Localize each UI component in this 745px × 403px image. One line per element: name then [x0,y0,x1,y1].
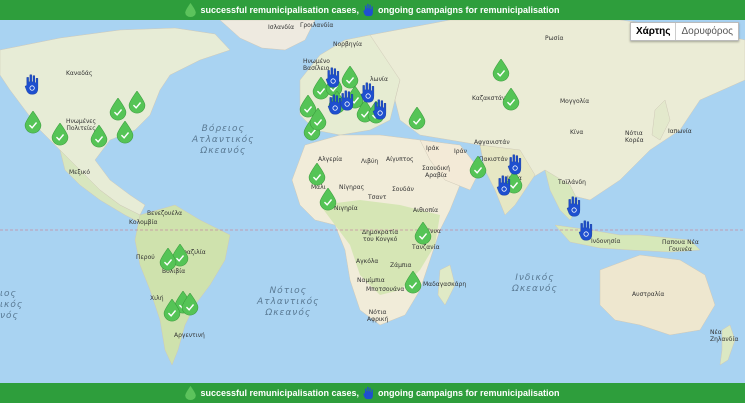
label-libya: Λιβύη [361,158,379,165]
label-iran: Ιράν [454,148,467,155]
success-marker-icon[interactable] [469,156,487,179]
success-marker-icon[interactable] [502,88,520,111]
map-type-map-button[interactable]: Χάρτης [630,23,676,40]
label-canada: Καναδάς [66,70,93,77]
success-marker-icon[interactable] [408,107,426,130]
label-new-zealand: Νέα Ζηλανδία [710,329,739,343]
label-angola: Αγκόλα [356,258,379,265]
ocean-indian: Ινδικός Ωκεανός [512,273,558,294]
map-type-control[interactable]: Χάρτης Δορυφόρος [629,22,739,41]
map-type-satellite-button[interactable]: Δορυφόρος [675,23,738,40]
success-marker-icon[interactable] [309,108,327,131]
legend-bar-top: successful remunicipalisation cases, ong… [0,0,745,20]
label-saudi-arabia: Σαουδική Αραβία [422,165,450,179]
label-japan: Ιαπωνία [668,128,692,135]
legend-bar-bottom: successful remunicipalisation cases, ong… [0,383,745,403]
ocean-south-atlantic: Νότιος Ατλαντικός Ωκεανός [257,286,320,318]
success-marker-icon[interactable] [109,98,127,121]
label-nigeria: Νιγηρία [334,205,358,212]
label-korea: Νότια Κορέα [625,130,644,144]
label-norway: Νορβηγία [333,41,363,48]
label-south-africa: Νότια Αφρική [367,309,389,323]
label-niger: Νίγηρας [339,184,365,191]
ocean-pacific-left: ιος ικός νός [0,289,24,321]
success-marker-icon[interactable] [90,125,108,148]
success-marker-icon[interactable] [414,222,432,245]
label-iceland: Ισλανδία [268,24,295,31]
label-namibia: Ναμίμπια [357,277,385,284]
label-afghanistan: Αφγανιστάν [474,139,510,146]
campaign-marker-icon[interactable] [339,89,357,112]
label-png: Παπουα Νέα Γουινέα [662,239,699,253]
legend-campaign-text: ongoing campaigns for remunicipalisation [378,388,560,398]
campaign-marker-icon[interactable] [496,174,514,197]
label-china: Κίνα [570,129,584,136]
label-egypt: Αίγυπτος [386,156,414,163]
label-ethiopia: Αιθιοπία [413,207,439,214]
label-madagascar: Μαδαγασκάρη [423,281,467,288]
success-marker-icon[interactable] [404,271,422,294]
label-peru: Περού [136,254,155,261]
label-colombia: Κολομβία [129,219,158,226]
label-venezuela: Βενεζουέλα [147,210,183,217]
label-australia: Αυστραλία [632,291,665,298]
campaign-marker-icon[interactable] [372,98,390,121]
legend-campaign-text: ongoing campaigns for remunicipalisation [378,5,560,15]
success-marker-icon[interactable] [163,299,181,322]
label-zambia: Ζάμπια [390,262,412,269]
campaign-marker-icon[interactable] [507,153,525,176]
label-mexico: Μεξικό [69,169,91,176]
label-botswana: Μποτσουάνα [366,286,405,293]
success-marker-icon[interactable] [181,293,199,316]
campaign-marker-icon[interactable] [24,73,42,96]
label-argentina: Αργεντινή [174,332,205,339]
success-marker-icon[interactable] [159,248,177,271]
label-iraq: Ιράκ [426,145,440,152]
campaign-hand-icon [363,386,373,400]
label-thailand: Ταϊλάνδη [558,179,586,186]
legend-success-text: successful remunicipalisation cases, [200,5,360,15]
success-marker-icon[interactable] [308,163,326,186]
success-marker-icon[interactable] [128,91,146,114]
success-marker-icon[interactable] [24,111,42,134]
campaign-hand-icon [363,3,373,17]
label-chad: Τσαντ [368,194,387,201]
label-mongolia: Μογγολία [560,98,590,105]
label-chile: Χιλή [150,295,164,302]
success-drop-icon [185,386,197,400]
label-kazakhstan: Καζακστάν [472,95,506,102]
campaign-marker-icon[interactable] [325,66,343,89]
ocean-north-atlantic: Βόρειος Ατλαντικός Ωκεανός [192,124,255,156]
world-map[interactable] [0,20,745,383]
success-marker-icon[interactable] [51,123,69,146]
label-algeria: Αλγερία [318,156,343,163]
success-drop-icon [185,3,197,17]
label-russia: Ρωσία [545,35,564,42]
label-greenland: Γροιλανδία [300,22,334,29]
campaign-marker-icon[interactable] [578,219,596,242]
success-marker-icon[interactable] [492,59,510,82]
label-tanzania: Τανζανία [412,244,440,251]
success-marker-icon[interactable] [116,121,134,144]
label-drc: Δημοκρατία του Κονγκό [362,229,399,243]
campaign-marker-icon[interactable] [566,195,584,218]
success-marker-icon[interactable] [319,188,337,211]
legend-success-text: successful remunicipalisation cases, [200,388,360,398]
label-sudan: Σουδάν [392,186,414,193]
